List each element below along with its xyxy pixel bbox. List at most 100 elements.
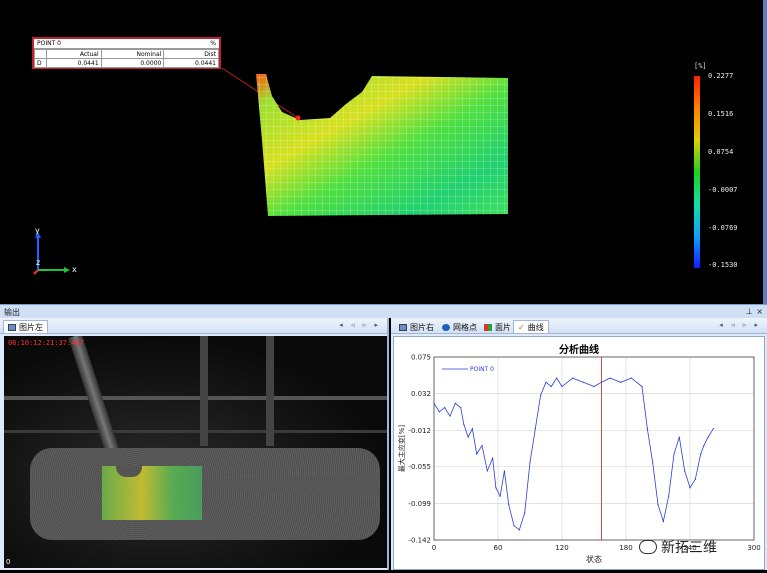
tab-grid-points[interactable]: 网格点: [437, 320, 482, 333]
tab-curve[interactable]: ✓ 曲线: [513, 320, 549, 333]
point-unit: %: [210, 40, 216, 47]
axis-x-label: x: [72, 265, 77, 274]
data-point: [438, 411, 440, 413]
data-point: [572, 377, 574, 379]
data-point: [433, 402, 435, 404]
y-tick-label: -0.142: [408, 537, 431, 545]
data-point: [486, 470, 488, 472]
legend-label: POINT 0: [470, 366, 494, 373]
right-panel: 图片右 网格点 面片 ✓ 曲线 ◂ ◃ ▹ ▸ 分析曲线 0 60 120 180 24…: [391, 318, 767, 570]
timestamp: 06:10:12:21:37:487: [8, 339, 84, 347]
y-tick-label: -0.012: [408, 427, 431, 435]
watermark: 新拓三维: [639, 537, 717, 557]
data-point: [684, 470, 686, 472]
tab-label: 网格点: [453, 322, 477, 332]
tab-label: 图片左: [19, 322, 43, 332]
output-panel-header: 输出 ⊥ ×: [0, 304, 767, 318]
data-point: [630, 377, 632, 379]
x-tick-label: 300: [747, 544, 760, 552]
data-point: [700, 453, 702, 455]
y-tick-label: 0.032: [411, 390, 431, 398]
data-point: [492, 457, 494, 459]
value-actual: 0.0441: [46, 58, 102, 68]
data-point: [513, 525, 515, 527]
data-point: [524, 512, 526, 514]
data-point: [593, 385, 595, 388]
tab-nav-arrows[interactable]: ◂ ◃ ▹ ▸: [339, 321, 381, 329]
data-point: [582, 381, 584, 383]
left-tabstrip: 图片左 ◂ ◃ ▹ ▸: [0, 318, 387, 334]
data-point: [534, 428, 536, 430]
scale-unit: [%]: [694, 62, 707, 70]
3d-viewport[interactable]: POINT 0 % Actual Nominal Dist D 0.0441 0…: [0, 0, 767, 304]
close-icon[interactable]: ×: [756, 307, 763, 316]
data-point: [694, 478, 696, 480]
data-point: [467, 436, 469, 438]
tab-facets[interactable]: 面片: [479, 320, 516, 333]
data-point: [707, 436, 709, 438]
data-point: [476, 453, 478, 455]
axis-y-label: y: [35, 226, 40, 235]
data-point: [689, 487, 691, 489]
row-label: D: [34, 58, 47, 68]
axis-triad-icon: [33, 232, 70, 275]
plot-frame: [433, 356, 755, 541]
right-tabstrip: 图片右 网格点 面片 ✓ 曲线 ◂ ◃ ▹ ▸: [391, 318, 767, 334]
data-point: [454, 402, 456, 404]
header-dist: Dist: [163, 49, 219, 59]
data-point: [712, 428, 715, 430]
strain-overlay: [102, 465, 202, 520]
data-point: [561, 385, 563, 388]
data-point: [620, 381, 622, 383]
image-icon: [399, 323, 407, 331]
tab-nav-arrows[interactable]: ◂ ◃ ▹ ▸: [719, 321, 761, 329]
scale-tick: 0.1516: [708, 110, 734, 118]
point-info-box[interactable]: POINT 0 % Actual Nominal Dist D 0.0441 0…: [32, 37, 221, 69]
analysis-chart[interactable]: 分析曲线 0 60 120 180 240 300 0.075 0.032 -0.012 -0.0…: [393, 336, 765, 570]
data-point: [657, 503, 659, 506]
output-title: 输出: [4, 308, 20, 317]
wechat-icon: [639, 540, 657, 554]
tab-label: 曲线: [527, 322, 544, 332]
data-point: [545, 381, 547, 383]
value-nominal: 0.0000: [100, 58, 165, 68]
camera-image[interactable]: 06:10:12:21:37:487 0: [4, 336, 387, 568]
pin-icon[interactable]: ⊥: [746, 307, 753, 316]
data-point: [673, 453, 675, 455]
x-tick-label: 120: [555, 544, 568, 552]
data-point: [662, 520, 664, 523]
frame-index: 0: [6, 558, 11, 566]
point-title: POINT 0: [37, 40, 61, 47]
data-point: [678, 436, 680, 438]
scale-tick: -0.0769: [708, 224, 738, 232]
axis-z-label: z: [36, 258, 41, 267]
data-point: [503, 470, 505, 472]
scale-tick: -0.0007: [708, 186, 738, 194]
data-point: [641, 385, 643, 388]
tab-label: 图片右: [410, 322, 434, 332]
data-point: [550, 385, 552, 388]
header-actual: Actual: [46, 49, 102, 59]
data-point: [449, 415, 451, 417]
y-tick-label: -0.055: [408, 463, 431, 471]
tab-image-left[interactable]: 图片左: [3, 320, 48, 333]
data-point: [471, 428, 473, 430]
data-point: [600, 381, 603, 383]
curve-icon: ✓: [518, 322, 525, 332]
y-axis-label: 最大主应变[%]: [397, 425, 406, 472]
facets-icon: [484, 323, 492, 331]
chart-title: 分析曲线: [559, 345, 599, 356]
scale-tick: 0.0754: [708, 148, 734, 156]
data-point: [652, 461, 654, 464]
data-point: [499, 495, 501, 497]
tab-label: 面片: [495, 322, 511, 332]
value-dist: 0.0441: [163, 58, 219, 68]
data-point: [481, 444, 483, 447]
data-point: [646, 428, 648, 430]
tab-image-right[interactable]: 图片右: [394, 320, 439, 333]
data-point: [460, 406, 462, 409]
x-axis-label: 状态: [586, 554, 602, 564]
data-point: [444, 406, 446, 409]
data-point: [518, 529, 520, 531]
y-tick-label: -0.099: [408, 500, 431, 508]
